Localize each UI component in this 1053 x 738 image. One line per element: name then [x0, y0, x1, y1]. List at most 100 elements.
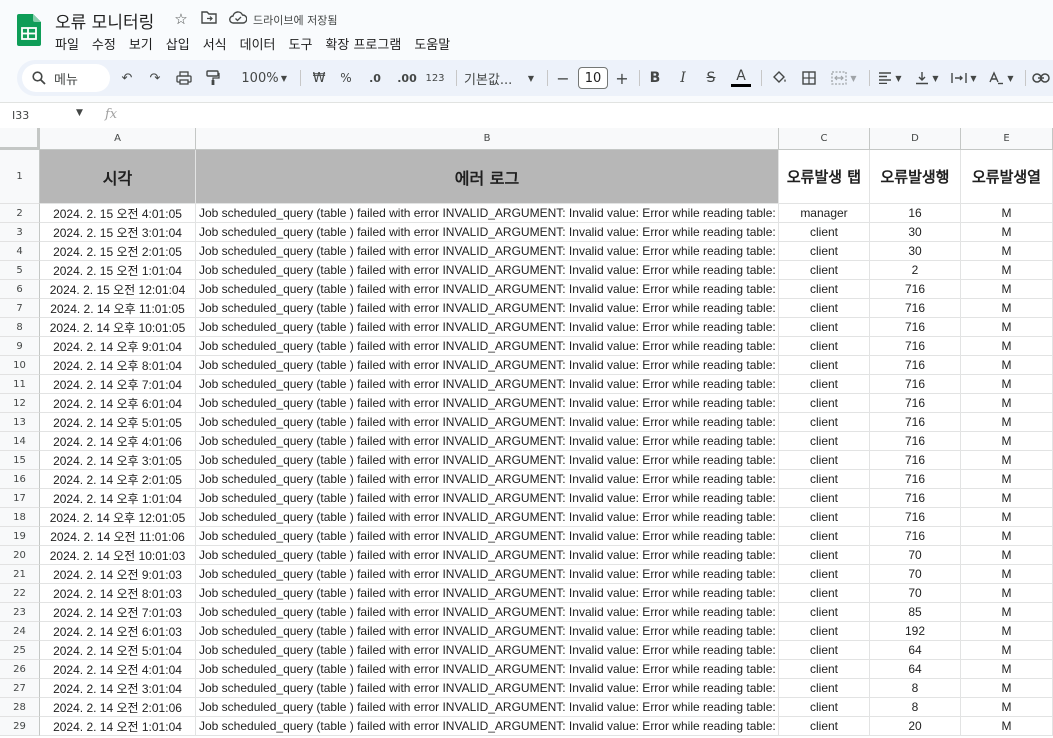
row-header[interactable]: 1: [0, 150, 40, 204]
time-cell[interactable]: 2024. 2. 14 오전 11:01:06: [40, 527, 196, 546]
time-cell[interactable]: 2024. 2. 14 오후 5:01:05: [40, 413, 196, 432]
menu-format[interactable]: 서식: [203, 34, 227, 54]
row-header[interactable]: 4: [0, 242, 40, 261]
error-log-cell[interactable]: Job scheduled_query (table ) failed with…: [196, 527, 779, 546]
error-row-cell[interactable]: 192: [870, 622, 961, 641]
error-log-cell[interactable]: Job scheduled_query (table ) failed with…: [196, 565, 779, 584]
error-tab-cell[interactable]: client: [779, 242, 870, 261]
name-box-caret-icon[interactable]: ▼: [76, 108, 83, 118]
star-icon[interactable]: ☆: [172, 10, 190, 28]
error-log-cell[interactable]: Job scheduled_query (table ) failed with…: [196, 508, 779, 527]
row-header[interactable]: 24: [0, 622, 40, 641]
time-cell[interactable]: 2024. 2. 14 오후 10:01:05: [40, 318, 196, 337]
zoom-select[interactable]: 100%: [235, 66, 285, 90]
error-log-cell[interactable]: Job scheduled_query (table ) failed with…: [196, 641, 779, 660]
error-log-cell[interactable]: Job scheduled_query (table ) failed with…: [196, 375, 779, 394]
error-tab-cell[interactable]: client: [779, 280, 870, 299]
name-box[interactable]: I33: [12, 109, 29, 122]
time-cell[interactable]: 2024. 2. 14 오후 2:01:05: [40, 470, 196, 489]
error-log-cell[interactable]: Job scheduled_query (table ) failed with…: [196, 622, 779, 641]
error-log-cell[interactable]: Job scheduled_query (table ) failed with…: [196, 717, 779, 736]
column-header-d[interactable]: D: [870, 128, 961, 150]
time-cell[interactable]: 2024. 2. 14 오후 6:01:04: [40, 394, 196, 413]
error-tab-cell[interactable]: manager: [779, 204, 870, 223]
error-log-cell[interactable]: Job scheduled_query (table ) failed with…: [196, 698, 779, 717]
redo-icon[interactable]: ↷: [146, 66, 164, 90]
error-col-cell[interactable]: M: [961, 356, 1053, 375]
error-tab-cell[interactable]: client: [779, 318, 870, 337]
select-all-corner[interactable]: [0, 128, 40, 150]
error-row-cell[interactable]: 716: [870, 489, 961, 508]
time-cell[interactable]: 2024. 2. 14 오전 3:01:04: [40, 679, 196, 698]
row-header[interactable]: 25: [0, 641, 40, 660]
error-row-cell[interactable]: 64: [870, 660, 961, 679]
row-header[interactable]: 7: [0, 299, 40, 318]
error-col-cell[interactable]: M: [961, 337, 1053, 356]
error-col-cell[interactable]: M: [961, 660, 1053, 679]
sheets-logo-icon[interactable]: [17, 14, 41, 46]
error-log-cell[interactable]: Job scheduled_query (table ) failed with…: [196, 242, 779, 261]
error-row-cell[interactable]: 20: [870, 717, 961, 736]
currency-format-button[interactable]: ₩: [310, 66, 328, 90]
vertical-align-icon[interactable]: ▼: [912, 66, 942, 90]
row-header[interactable]: 26: [0, 660, 40, 679]
bold-button[interactable]: B: [646, 66, 664, 90]
error-tab-cell[interactable]: client: [779, 223, 870, 242]
error-row-cell[interactable]: 716: [870, 337, 961, 356]
font-caret-icon[interactable]: ▼: [526, 66, 536, 90]
error-tab-cell[interactable]: client: [779, 641, 870, 660]
error-log-cell[interactable]: Job scheduled_query (table ) failed with…: [196, 432, 779, 451]
column-header-b[interactable]: B: [196, 128, 779, 150]
error-row-cell[interactable]: 2: [870, 261, 961, 280]
error-row-cell[interactable]: 716: [870, 375, 961, 394]
error-col-cell[interactable]: M: [961, 565, 1053, 584]
header-cell-error-tab[interactable]: 오류발생 탭: [779, 150, 870, 204]
header-cell-error-col[interactable]: 오류발생열: [961, 150, 1053, 204]
column-header-c[interactable]: C: [779, 128, 870, 150]
error-tab-cell[interactable]: client: [779, 546, 870, 565]
error-col-cell[interactable]: M: [961, 204, 1053, 223]
error-tab-cell[interactable]: client: [779, 679, 870, 698]
increase-decimal-button[interactable]: .00: [394, 66, 420, 90]
error-col-cell[interactable]: M: [961, 242, 1053, 261]
menu-data[interactable]: 데이터: [240, 34, 276, 54]
column-header-a[interactable]: A: [40, 128, 196, 150]
error-log-cell[interactable]: Job scheduled_query (table ) failed with…: [196, 413, 779, 432]
error-tab-cell[interactable]: client: [779, 717, 870, 736]
time-cell[interactable]: 2024. 2. 15 오전 12:01:04: [40, 280, 196, 299]
error-log-cell[interactable]: Job scheduled_query (table ) failed with…: [196, 546, 779, 565]
merge-cells-icon[interactable]: ▼: [829, 66, 859, 90]
error-col-cell[interactable]: M: [961, 546, 1053, 565]
error-tab-cell[interactable]: client: [779, 584, 870, 603]
row-header[interactable]: 2: [0, 204, 40, 223]
error-col-cell[interactable]: M: [961, 508, 1053, 527]
error-log-cell[interactable]: Job scheduled_query (table ) failed with…: [196, 318, 779, 337]
error-tab-cell[interactable]: client: [779, 375, 870, 394]
error-log-cell[interactable]: Job scheduled_query (table ) failed with…: [196, 451, 779, 470]
row-header[interactable]: 27: [0, 679, 40, 698]
header-cell-error-log[interactable]: 에러 로그: [196, 150, 779, 204]
error-row-cell[interactable]: 16: [870, 204, 961, 223]
time-cell[interactable]: 2024. 2. 14 오후 9:01:04: [40, 337, 196, 356]
time-cell[interactable]: 2024. 2. 14 오후 11:01:05: [40, 299, 196, 318]
error-row-cell[interactable]: 716: [870, 413, 961, 432]
error-row-cell[interactable]: 8: [870, 679, 961, 698]
error-log-cell[interactable]: Job scheduled_query (table ) failed with…: [196, 679, 779, 698]
error-log-cell[interactable]: Job scheduled_query (table ) failed with…: [196, 223, 779, 242]
error-tab-cell[interactable]: client: [779, 299, 870, 318]
error-log-cell[interactable]: Job scheduled_query (table ) failed with…: [196, 584, 779, 603]
row-header[interactable]: 19: [0, 527, 40, 546]
time-cell[interactable]: 2024. 2. 15 오전 1:01:04: [40, 261, 196, 280]
menu-view[interactable]: 보기: [129, 34, 153, 54]
column-header-e[interactable]: E: [961, 128, 1053, 150]
row-header[interactable]: 13: [0, 413, 40, 432]
strikethrough-button[interactable]: S: [702, 66, 720, 90]
error-log-cell[interactable]: Job scheduled_query (table ) failed with…: [196, 356, 779, 375]
error-tab-cell[interactable]: client: [779, 527, 870, 546]
time-cell[interactable]: 2024. 2. 14 오후 4:01:06: [40, 432, 196, 451]
time-cell[interactable]: 2024. 2. 15 오전 2:01:05: [40, 242, 196, 261]
error-col-cell[interactable]: M: [961, 451, 1053, 470]
time-cell[interactable]: 2024. 2. 14 오전 1:01:04: [40, 717, 196, 736]
row-header[interactable]: 16: [0, 470, 40, 489]
error-col-cell[interactable]: M: [961, 641, 1053, 660]
